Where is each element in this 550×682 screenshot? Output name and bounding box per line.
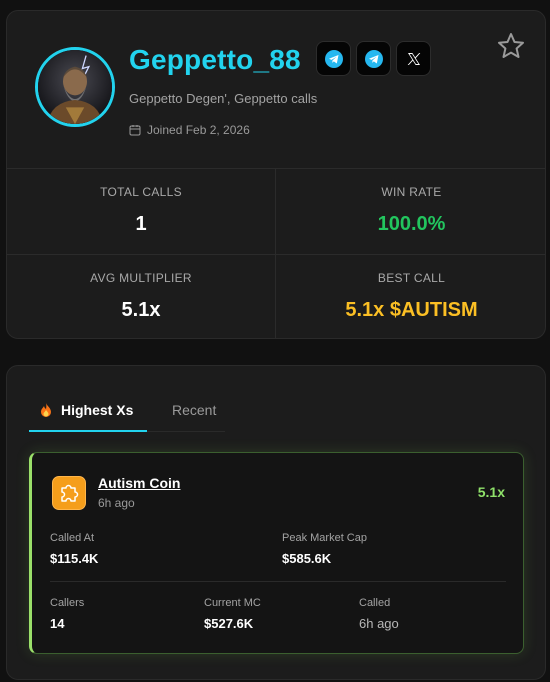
peak-market-cap-field: Peak Market Cap $585.6K <box>282 532 367 566</box>
field-value: $115.4K <box>50 551 99 566</box>
profile-card: Geppetto_88 Geppetto Degen', Geppetto ca… <box>6 10 546 339</box>
stat-value: 1 <box>135 213 147 235</box>
field-value: $527.6K <box>204 616 254 631</box>
field-label: Called At <box>50 532 95 544</box>
stat-win-rate: WIN RATE 100.0% <box>276 169 545 255</box>
tab-recent[interactable]: Recent <box>172 402 216 432</box>
stat-value: 100.0% <box>377 213 446 235</box>
telegram-icon <box>324 49 343 68</box>
puzzle-icon <box>61 484 79 502</box>
calls-card: Highest Xs Recent Autism Coin 6h ago 5.1… <box>6 365 546 680</box>
stat-avg-multiplier: AVG MULTIPLIER 5.1x <box>7 255 276 338</box>
divider <box>50 581 506 582</box>
profile-bio: Geppetto Degen', Geppetto calls <box>129 91 318 106</box>
tab-label: Highest Xs <box>61 402 134 418</box>
callers-field: Callers 14 <box>50 597 84 631</box>
calls-tabs: Highest Xs Recent <box>29 394 225 432</box>
favorite-button[interactable] <box>496 31 526 61</box>
coin-logo <box>52 476 86 510</box>
social-links <box>316 41 431 76</box>
username: Geppetto_88 <box>129 44 301 75</box>
field-label: Callers <box>50 597 85 609</box>
field-label: Current MC <box>204 597 261 609</box>
field-label: Peak Market Cap <box>282 532 367 544</box>
stat-label: TOTAL CALLS <box>100 185 182 199</box>
stat-value: 5.1x $AUTISM <box>345 299 478 321</box>
field-value: 14 <box>50 616 65 631</box>
stat-label: BEST CALL <box>377 271 446 285</box>
telegram-link-button[interactable] <box>316 41 351 76</box>
current-mc-field: Current MC $527.6K <box>204 597 261 631</box>
stat-best-call: BEST CALL 5.1x $AUTISM <box>276 255 545 338</box>
call-multiplier: 5.1x <box>477 484 505 500</box>
avatar[interactable] <box>35 47 115 127</box>
stat-total-calls: TOTAL CALLS 1 <box>7 169 276 255</box>
telegram-link-button[interactable] <box>356 41 391 76</box>
calendar-icon <box>129 125 141 136</box>
called-time-field: Called 6h ago <box>359 597 399 631</box>
call-card[interactable]: Autism Coin 6h ago 5.1x Called At $115.4… <box>29 452 524 654</box>
stat-label: WIN RATE <box>381 185 442 199</box>
field-value: 6h ago <box>359 616 399 631</box>
tab-highest-xs[interactable]: Highest Xs <box>29 402 147 432</box>
coin-name-link[interactable]: Autism Coin <box>98 475 180 491</box>
fire-icon <box>41 403 51 417</box>
stat-label: AVG MULTIPLIER <box>90 271 192 285</box>
stat-value: 5.1x <box>121 299 161 321</box>
x-icon <box>407 52 420 65</box>
x-link-button[interactable] <box>396 41 431 76</box>
call-age: 6h ago <box>98 496 135 510</box>
called-at-field: Called At $115.4K <box>50 532 98 566</box>
avatar-image <box>38 50 112 124</box>
join-date: Joined Feb 2, 2026 <box>129 123 250 137</box>
field-value: $585.6K <box>282 551 332 566</box>
field-label: Called <box>359 597 391 609</box>
join-date-text: Joined Feb 2, 2026 <box>147 123 250 137</box>
stats-grid: TOTAL CALLS 1 WIN RATE 100.0% AVG MULTIP… <box>7 168 545 338</box>
star-icon <box>498 33 524 58</box>
telegram-icon <box>364 49 383 68</box>
